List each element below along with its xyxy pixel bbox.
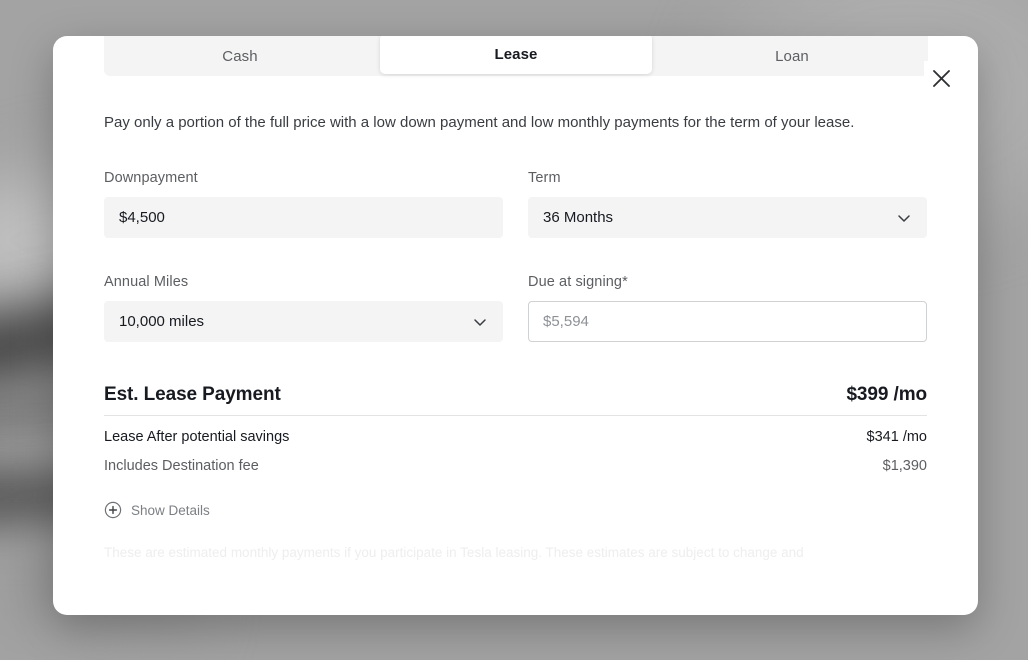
summary-row-savings-value: $341 /mo	[867, 429, 927, 445]
field-term: Term 36 Months	[528, 170, 927, 238]
annual-miles-value: 10,000 miles	[119, 313, 472, 330]
payment-method-tabs: Cash Lease Loan	[104, 36, 928, 76]
field-downpayment: Downpayment $4,500	[104, 170, 503, 238]
lease-description: Pay only a portion of the full price wit…	[104, 112, 904, 134]
field-annual-miles: Annual Miles 10,000 miles	[104, 274, 503, 342]
tab-cash-label: Cash	[222, 48, 257, 65]
show-details-toggle[interactable]: Show Details	[104, 501, 927, 519]
annual-miles-select[interactable]: 10,000 miles	[104, 301, 503, 342]
payment-summary: Est. Lease Payment $399 /mo Lease After …	[104, 384, 927, 474]
downpayment-label: Downpayment	[104, 170, 503, 186]
tab-cash[interactable]: Cash	[104, 36, 376, 76]
est-lease-payment-value: $399 /mo	[846, 384, 927, 406]
annual-miles-label: Annual Miles	[104, 274, 503, 290]
payment-options-modal: Cash Lease Loan Pay only a portion of th…	[53, 36, 978, 615]
close-icon	[932, 69, 951, 88]
tab-lease[interactable]: Lease	[380, 36, 652, 74]
summary-row-savings: Lease After potential savings $341 /mo	[104, 416, 927, 445]
close-button[interactable]	[924, 61, 958, 95]
downpayment-value: $4,500	[119, 209, 488, 226]
show-details-label: Show Details	[131, 503, 210, 518]
tab-loan-label: Loan	[775, 48, 809, 65]
tab-lease-label: Lease	[494, 46, 537, 63]
est-lease-payment-row: Est. Lease Payment $399 /mo	[104, 384, 927, 415]
field-row-1: Downpayment $4,500 Term 36 Months	[104, 170, 927, 238]
plus-circle-icon	[104, 501, 122, 519]
field-due-at-signing: Due at signing* $5,594	[528, 274, 927, 342]
chevron-down-icon	[896, 210, 912, 226]
due-at-signing-placeholder: $5,594	[543, 313, 912, 330]
term-select[interactable]: 36 Months	[528, 197, 927, 238]
est-lease-payment-label: Est. Lease Payment	[104, 384, 281, 406]
modal-content: Pay only a portion of the full price wit…	[53, 84, 978, 615]
term-label: Term	[528, 170, 927, 186]
field-row-2: Annual Miles 10,000 miles Due at signing…	[104, 274, 927, 342]
due-at-signing-label: Due at signing*	[528, 274, 927, 290]
summary-row-destination-fee-value: $1,390	[883, 458, 927, 474]
summary-row-destination-fee: Includes Destination fee $1,390	[104, 445, 927, 474]
lease-disclaimer: These are estimated monthly payments if …	[104, 543, 894, 563]
tab-loan[interactable]: Loan	[656, 36, 928, 76]
summary-row-savings-label: Lease After potential savings	[104, 429, 289, 445]
summary-row-destination-fee-label: Includes Destination fee	[104, 458, 259, 474]
downpayment-input[interactable]: $4,500	[104, 197, 503, 238]
term-value: 36 Months	[543, 209, 896, 226]
chevron-down-icon	[472, 314, 488, 330]
due-at-signing-field[interactable]: $5,594	[528, 301, 927, 342]
